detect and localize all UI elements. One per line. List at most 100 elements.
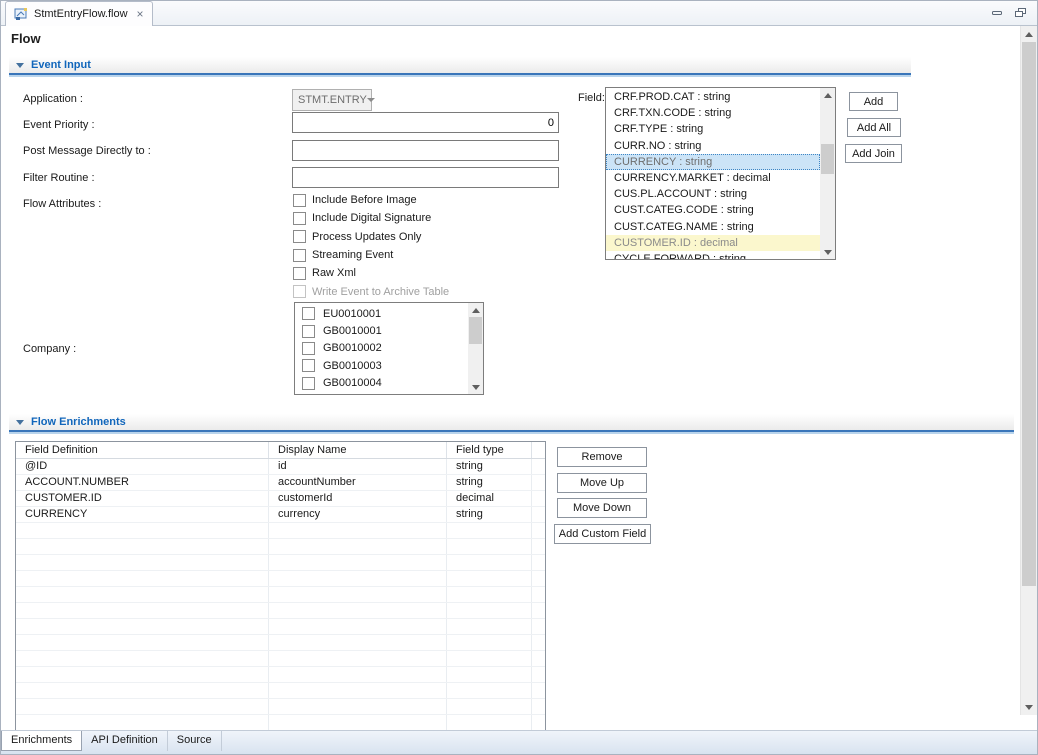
checkbox-icon[interactable] <box>293 194 306 207</box>
scroll-down-icon[interactable] <box>468 380 483 394</box>
field-option[interactable]: CURR.NO : string <box>606 138 820 154</box>
table-cell: CURRENCY <box>16 507 269 522</box>
field-option[interactable]: CYCLE.FORWARD : string <box>606 251 820 260</box>
flow-file-icon <box>14 7 29 21</box>
flow-attribute-option[interactable]: Include Before Image <box>293 191 449 209</box>
table-cell <box>532 507 545 522</box>
tab-source[interactable]: Source <box>168 731 222 751</box>
restore-icon[interactable] <box>1014 7 1027 18</box>
checkbox-icon[interactable] <box>302 359 315 372</box>
field-option[interactable]: CUST.CATEG.CODE : string <box>606 202 820 218</box>
field-list[interactable]: CRF.PROD.CAT : stringCRF.TXN.CODE : stri… <box>605 87 836 260</box>
scrollbar-thumb[interactable] <box>469 317 482 344</box>
scroll-up-icon[interactable] <box>820 88 835 102</box>
post-message-input[interactable] <box>292 140 559 161</box>
post-message-label: Post Message Directly to : <box>23 145 151 157</box>
column-header[interactable]: Display Name <box>269 442 447 458</box>
tab-api-definition[interactable]: API Definition <box>82 731 168 751</box>
editor-tab-stmtentryflow[interactable]: StmtEntryFlow.flow × <box>5 1 153 26</box>
field-option[interactable]: CUST.CATEG.NAME : string <box>606 219 820 235</box>
field-option[interactable]: CUSTOMER.ID : decimal <box>606 235 820 251</box>
add-button[interactable]: Add <box>849 92 898 111</box>
table-cell <box>16 619 269 634</box>
close-tab-icon[interactable]: × <box>137 8 144 20</box>
table-cell <box>16 523 269 538</box>
add-custom-field-button[interactable]: Add Custom Field <box>554 524 651 544</box>
table-cell <box>532 555 545 570</box>
flow-attributes-label: Flow Attributes : <box>23 198 101 210</box>
table-cell: @ID <box>16 459 269 474</box>
field-option[interactable]: CURRENCY.MARKET : decimal <box>606 170 820 186</box>
event-priority-input[interactable] <box>292 112 559 133</box>
table-row[interactable]: @IDidstring <box>16 459 545 475</box>
scroll-down-icon[interactable] <box>820 245 835 259</box>
scrollbar-thumb[interactable] <box>1022 42 1036 586</box>
company-option[interactable]: EU0010001 <box>295 305 468 322</box>
table-cell: string <box>447 507 532 522</box>
table-cell <box>269 603 447 618</box>
collapse-triangle-icon <box>16 420 24 425</box>
field-option[interactable]: CRF.PROD.CAT : string <box>606 89 820 105</box>
table-row-empty <box>16 651 545 667</box>
minimize-icon[interactable] <box>991 8 1004 18</box>
checkbox-icon[interactable] <box>293 249 306 262</box>
editor-scrollbar[interactable] <box>1020 26 1037 715</box>
table-cell <box>532 651 545 666</box>
tab-enrichments[interactable]: Enrichments <box>1 731 82 751</box>
remove-button[interactable]: Remove <box>557 447 647 467</box>
field-option[interactable]: CUS.PL.ACCOUNT : string <box>606 186 820 202</box>
checkbox-icon[interactable] <box>302 342 315 355</box>
table-row-empty <box>16 683 545 699</box>
table-row[interactable]: CURRENCYcurrencystring <box>16 507 545 523</box>
checkbox-icon[interactable] <box>302 377 315 390</box>
column-header[interactable]: Field type <box>447 442 532 458</box>
checkbox-icon[interactable] <box>293 230 306 243</box>
company-option-label: GB0010004 <box>323 377 382 389</box>
company-option[interactable]: GB0010004 <box>295 375 468 392</box>
table-row[interactable]: ACCOUNT.NUMBERaccountNumberstring <box>16 475 545 491</box>
company-option[interactable]: GB0010001 <box>295 322 468 339</box>
field-option[interactable]: CURRENCY : string <box>606 154 820 170</box>
checkbox-icon[interactable] <box>302 394 315 395</box>
flow-attribute-option[interactable]: Streaming Event <box>293 246 449 264</box>
column-header[interactable]: Field Definition <box>16 442 269 458</box>
enrichments-table[interactable]: Field DefinitionDisplay NameField type @… <box>15 441 546 732</box>
table-cell <box>269 587 447 602</box>
company-option[interactable]: GB0010002 <box>295 340 468 357</box>
field-list-rows: CRF.PROD.CAT : stringCRF.TXN.CODE : stri… <box>606 89 820 260</box>
checkbox-icon[interactable] <box>293 267 306 280</box>
checkbox-label: Include Digital Signature <box>312 212 431 224</box>
table-cell <box>532 571 545 586</box>
checkbox-icon[interactable] <box>302 307 315 320</box>
add-join-button[interactable]: Add Join <box>845 144 902 163</box>
company-list-scrollbar[interactable] <box>468 303 483 394</box>
company-option[interactable]: GB0010005 <box>295 392 468 395</box>
flow-attribute-option[interactable]: Process Updates Only <box>293 228 449 246</box>
table-cell <box>269 699 447 714</box>
add-all-button[interactable]: Add All <box>847 118 901 137</box>
company-option[interactable]: GB0010003 <box>295 357 468 374</box>
table-cell <box>447 667 532 682</box>
flow-attribute-option[interactable]: Include Digital Signature <box>293 209 449 227</box>
company-list[interactable]: EU0010001GB0010001GB0010002GB0010003 GB00… <box>294 302 484 395</box>
scroll-up-icon[interactable] <box>468 303 483 317</box>
checkbox-icon[interactable] <box>293 212 306 225</box>
scroll-up-icon[interactable] <box>1021 27 1037 41</box>
move-down-button[interactable]: Move Down <box>557 498 647 518</box>
checkbox-icon[interactable] <box>302 325 315 338</box>
flow-attribute-option[interactable]: Raw Xml <box>293 264 449 282</box>
table-cell <box>447 571 532 586</box>
field-option[interactable]: CRF.TYPE : string <box>606 121 820 137</box>
flow-enrichments-section-header[interactable]: Flow Enrichments <box>9 414 1014 432</box>
event-input-section-header[interactable]: Event Input <box>9 57 911 75</box>
scrollbar-thumb[interactable] <box>821 144 834 174</box>
table-row[interactable]: CUSTOMER.IDcustomerIddecimal <box>16 491 545 507</box>
field-list-scrollbar[interactable] <box>820 88 835 259</box>
table-cell: accountNumber <box>269 475 447 490</box>
filter-routine-input[interactable] <box>292 167 559 188</box>
editor-tab-bar: StmtEntryFlow.flow × <box>1 1 1037 26</box>
field-option[interactable]: CRF.TXN.CODE : string <box>606 105 820 121</box>
move-up-button[interactable]: Move Up <box>557 473 647 493</box>
scroll-down-icon[interactable] <box>1021 700 1037 714</box>
company-list-rows: EU0010001GB0010001GB0010002GB0010003 GB00… <box>295 305 468 395</box>
